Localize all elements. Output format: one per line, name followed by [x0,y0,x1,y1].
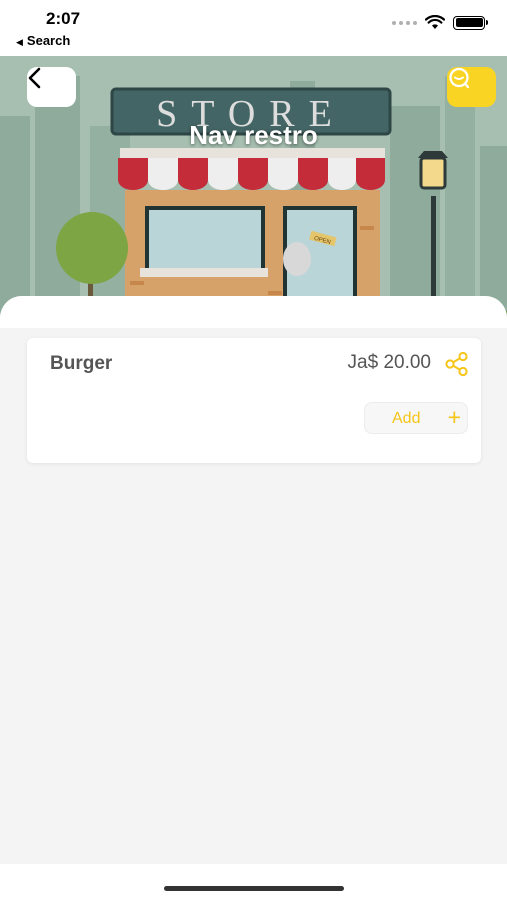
item-price: Ja$ 20.00 [347,352,431,373]
add-label: Add [392,410,421,427]
status-bar: 2:07 ◀ Search [0,0,507,56]
store-title: Nav restro [189,120,318,150]
back-to-search-label: Search [26,33,71,48]
wifi-icon [425,15,445,29]
back-button[interactable] [27,67,76,107]
chat-button[interactable] [447,67,496,107]
item-name: Burger [50,353,113,374]
plus-icon: + [447,404,461,430]
share-icon[interactable] [443,350,471,378]
back-to-search-link[interactable]: ◀ Search [16,33,70,48]
menu-content: Burger Ja$ 20.00 Add + [0,296,507,864]
store-banner: STORE OPEN Nav restro [0,56,507,326]
content-header-strip [0,296,507,328]
back-triangle-icon: ◀ [16,37,23,47]
add-to-cart-button[interactable]: Add + [364,402,468,434]
home-indicator-area [0,864,507,900]
chevron-left-icon [28,67,41,89]
chat-bubble-icon [449,67,470,89]
status-icons [392,15,488,30]
store-illustration: STORE OPEN [0,56,507,326]
home-indicator[interactable] [164,886,344,891]
status-time: 2:07 [46,9,81,28]
battery-icon [453,15,488,30]
cellular-signal-icon [392,20,417,25]
menu-item-card[interactable]: Burger Ja$ 20.00 Add + [27,338,481,463]
